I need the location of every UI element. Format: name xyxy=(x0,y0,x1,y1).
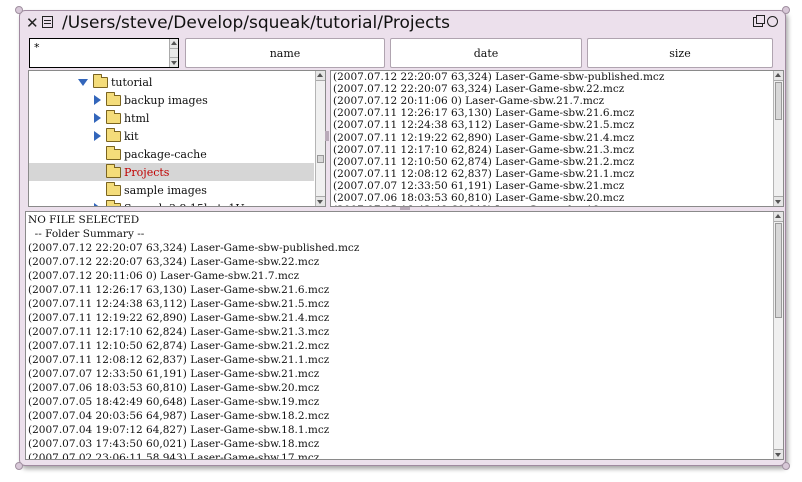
selection-status: NO FILE SELECTED xyxy=(28,214,140,226)
tree-item[interactable]: sample images xyxy=(94,181,207,199)
scroll-thumb[interactable] xyxy=(775,82,782,120)
folder-icon xyxy=(106,127,121,142)
scroll-up-arrow-icon[interactable] xyxy=(774,212,783,222)
folder-summary-header: -- Folder Summary -- xyxy=(28,228,145,240)
directory-tree[interactable]: tutorial backup images html kit package-cach… xyxy=(28,70,326,207)
tree-item[interactable]: Projects xyxy=(29,163,314,181)
tree-item[interactable]: package-cache xyxy=(94,145,207,163)
file-list[interactable]: (2007.07.12 22:20:07 63,324) Laser-Game-… xyxy=(330,70,784,207)
scroll-up-arrow-icon[interactable] xyxy=(774,71,783,81)
tree-item-label: html xyxy=(124,111,150,125)
folder-icon xyxy=(106,163,121,178)
tree-scrollbar[interactable] xyxy=(315,71,325,206)
summary-line: (2007.07.02 23:06:11 58,943) Laser-Game-… xyxy=(28,452,320,460)
folder-icon xyxy=(106,181,121,196)
tree-item-label: Squeak 3.8.15beta1U.app xyxy=(124,202,268,207)
tree-item-label: tutorial xyxy=(111,75,153,89)
resize-grip-top-left[interactable] xyxy=(15,6,23,14)
summary-line: (2007.07.05 18:42:49 60,648) Laser-Game-… xyxy=(28,396,320,408)
expand-triangle-right-icon[interactable] xyxy=(94,113,101,123)
file-list-item[interactable]: (2007.07.06 18:03:53 60,810) Laser-Game-… xyxy=(333,192,624,204)
expand-triangle-down-icon[interactable] xyxy=(78,78,88,86)
file-list-scrollbar[interactable] xyxy=(773,71,783,206)
file-list-window: ✕ /Users/steve/Develop/squeak/tutorial/P… xyxy=(15,6,790,470)
summary-line: (2007.07.12 22:20:07 63,324) Laser-Game-… xyxy=(28,242,360,254)
file-list-item[interactable]: (2007.07.12 22:20:07 63,324) Laser-Game-… xyxy=(333,71,664,83)
scroll-up-arrow-icon[interactable] xyxy=(316,71,325,81)
scroll-down-arrow-icon[interactable] xyxy=(316,196,325,206)
folder-icon xyxy=(106,91,121,106)
tree-item[interactable]: html xyxy=(94,109,149,127)
tree-item[interactable]: kit xyxy=(94,127,139,145)
sort-by-size-button[interactable]: size xyxy=(587,38,773,68)
filter-pattern-text: * xyxy=(34,41,40,54)
collapse-icon[interactable] xyxy=(753,15,765,27)
summary-line: (2007.07.11 12:08:12 62,837) Laser-Game-… xyxy=(28,354,330,366)
filter-scrollbar[interactable] xyxy=(169,39,178,67)
filter-pattern-field[interactable]: * xyxy=(29,38,179,68)
tree-item-label: package-cache xyxy=(124,147,207,161)
scroll-thumb[interactable] xyxy=(775,223,782,318)
summary-line: (2007.07.12 20:11:06 0) Laser-Game-sbw.2… xyxy=(28,270,300,282)
summary-line: (2007.07.11 12:17:10 62,824) Laser-Game-… xyxy=(28,326,330,338)
resize-grip-bottom-left[interactable] xyxy=(15,462,23,470)
file-list-item[interactable]: (2007.07.11 12:19:22 62,890) Laser-Game-… xyxy=(333,132,634,144)
summary-line: (2007.07.07 12:33:50 61,191) Laser-Game-… xyxy=(28,368,320,380)
resize-grip-top-right[interactable] xyxy=(782,6,790,14)
file-list-item[interactable]: (2007.07.07 12:33:50 61,191) Laser-Game-… xyxy=(333,180,624,192)
tree-item-label: sample images xyxy=(124,183,207,197)
scroll-thumb[interactable] xyxy=(317,155,324,163)
folder-icon xyxy=(93,73,108,88)
title-bar[interactable]: ✕ /Users/steve/Develop/squeak/tutorial/P… xyxy=(20,11,785,36)
sort-by-date-button[interactable]: date xyxy=(390,38,582,68)
scroll-down-arrow-icon[interactable] xyxy=(774,449,783,459)
resize-grip-bottom-right[interactable] xyxy=(782,462,790,470)
file-list-item[interactable]: (2007.07.11 12:10:50 62,874) Laser-Game-… xyxy=(333,156,634,168)
file-list-item[interactable]: (2007.07.11 12:26:17 63,130) Laser-Game-… xyxy=(333,107,634,119)
scroll-down-arrow-icon[interactable] xyxy=(170,57,178,67)
tree-item-label: backup images xyxy=(124,93,208,107)
file-list-item[interactable]: (2007.07.05 18:42:49 60,648) Laser-Game-… xyxy=(333,204,624,206)
window-title: /Users/steve/Develop/squeak/tutorial/Pro… xyxy=(62,13,450,33)
summary-line: (2007.07.11 12:24:38 63,112) Laser-Game-… xyxy=(28,298,330,310)
summary-line: (2007.07.04 20:03:56 64,987) Laser-Game-… xyxy=(28,410,330,422)
sort-by-name-button[interactable]: name xyxy=(185,38,385,68)
expand-icon[interactable] xyxy=(767,16,778,27)
file-contents-pane[interactable]: NO FILE SELECTED -- Folder Summary -- (2… xyxy=(25,211,784,460)
folder-icon xyxy=(106,109,121,124)
summary-line: (2007.07.11 12:19:22 62,890) Laser-Game-… xyxy=(28,312,330,324)
file-list-item[interactable]: (2007.07.12 22:20:07 63,324) Laser-Game-… xyxy=(333,83,624,95)
vertical-splitter[interactable] xyxy=(325,131,329,141)
file-list-item[interactable]: (2007.07.11 12:17:10 62,824) Laser-Game-… xyxy=(333,144,634,156)
scroll-up-arrow-icon[interactable] xyxy=(170,39,178,49)
summary-line: (2007.07.06 18:03:53 60,810) Laser-Game-… xyxy=(28,382,320,394)
tree-item[interactable]: backup images xyxy=(94,91,208,109)
expand-triangle-right-icon[interactable] xyxy=(94,95,101,105)
tree-item[interactable]: Squeak 3.8.15beta1U.app xyxy=(94,199,268,207)
folder-icon xyxy=(106,145,121,160)
expand-triangle-right-icon[interactable] xyxy=(94,203,101,206)
summary-line: (2007.07.04 19:07:12 64,827) Laser-Game-… xyxy=(28,424,330,436)
scroll-down-arrow-icon[interactable] xyxy=(774,196,783,206)
summary-line: (2007.07.03 17:43:50 60,021) Laser-Game-… xyxy=(28,438,320,450)
window-menu-icon[interactable] xyxy=(42,16,53,28)
folder-icon xyxy=(106,199,121,206)
close-icon[interactable]: ✕ xyxy=(26,14,39,32)
contents-scrollbar[interactable] xyxy=(773,212,783,459)
file-list-item[interactable]: (2007.07.11 12:08:12 62,837) Laser-Game-… xyxy=(333,168,634,180)
tree-item[interactable]: tutorial xyxy=(78,73,152,91)
summary-line: (2007.07.12 22:20:07 63,324) Laser-Game-… xyxy=(28,256,320,268)
expand-triangle-right-icon[interactable] xyxy=(94,131,101,141)
summary-line: (2007.07.11 12:10:50 62,874) Laser-Game-… xyxy=(28,340,330,352)
file-list-item[interactable]: (2007.07.11 12:24:38 63,112) Laser-Game-… xyxy=(333,119,634,131)
horizontal-splitter[interactable] xyxy=(400,207,410,210)
tree-item-label: kit xyxy=(124,129,139,143)
tree-item-label: Projects xyxy=(124,165,170,179)
summary-line: (2007.07.11 12:26:17 63,130) Laser-Game-… xyxy=(28,284,330,296)
file-list-item[interactable]: (2007.07.12 20:11:06 0) Laser-Game-sbw.2… xyxy=(333,95,604,107)
